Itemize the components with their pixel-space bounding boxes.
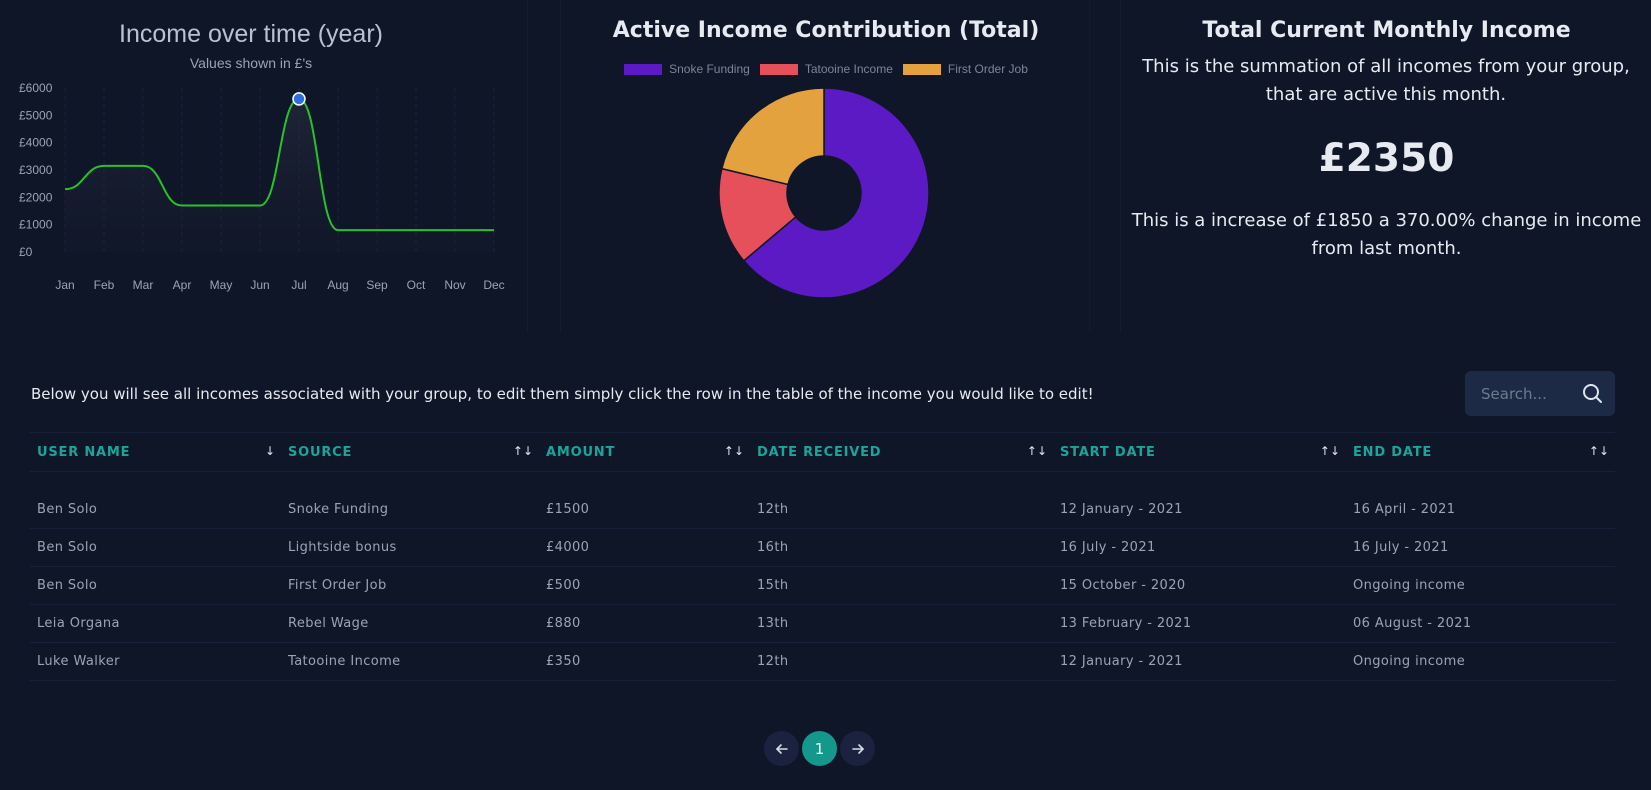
sort-icon[interactable]: ↑↓: [1027, 444, 1047, 458]
table-cell: 16 July - 2021: [1053, 528, 1346, 567]
column-header[interactable]: End Date ↑↓: [1346, 432, 1615, 472]
x-tick-label: May: [210, 278, 233, 292]
total-income-title: Total Current Monthly Income: [1202, 18, 1571, 43]
column-header[interactable]: User Name ↓: [30, 432, 281, 472]
table-intro-text: Below you will see all incomes associate…: [31, 385, 1094, 403]
y-tick-label: £3000: [19, 163, 53, 177]
table-cell: Tatooine Income: [281, 642, 539, 681]
x-tick-label: Jun: [250, 278, 269, 292]
y-tick-label: £1000: [19, 218, 53, 232]
income-line-chart[interactable]: £6000 £5000 £4000 £3000 £2000 £1000 £0 Jan Feb Ma…: [0, 0, 528, 332]
table-cell: 12th: [750, 642, 1053, 681]
sort-icon[interactable]: ↑↓: [1589, 444, 1609, 458]
y-tick-label: £4000: [19, 136, 53, 150]
column-header[interactable]: Source ↑↓: [281, 432, 539, 472]
income-change-text: This is a increase of £1850 a 370.00% ch…: [1131, 210, 1642, 259]
table-header-row: User Name ↓ Source ↑↓ Amount ↑↓ Date Received ↑…: [30, 432, 1615, 472]
table-cell: 15th: [750, 566, 1053, 605]
table-cell: 12th: [750, 490, 1053, 529]
table-cell: Ben Solo: [30, 528, 281, 567]
table-cell: 16th: [750, 528, 1053, 567]
column-header[interactable]: Date Received ↑↓: [750, 432, 1053, 472]
page-1-button[interactable]: 1: [802, 731, 837, 766]
y-tick-label: £6000: [19, 81, 53, 95]
x-tick-label: Aug: [327, 278, 348, 292]
sort-icon[interactable]: ↑↓: [724, 444, 744, 458]
x-tick-label: Nov: [444, 278, 465, 292]
table-row[interactable]: Ben Solo Lightside bonus £4000 16th 16 July …: [30, 528, 1615, 567]
sort-icon[interactable]: ↓: [265, 444, 275, 458]
column-header[interactable]: Start Date ↑↓: [1053, 432, 1346, 472]
table-cell: 06 August - 2021: [1346, 604, 1615, 643]
table-cell: Lightside bonus: [281, 528, 539, 567]
search-input[interactable]: [1479, 383, 1575, 404]
x-tick-label: Apr: [173, 278, 192, 292]
table-cell: Rebel Wage: [281, 604, 539, 643]
income-table: User Name ↓ Source ↑↓ Amount ↑↓ Date Received ↑…: [30, 432, 1615, 681]
table-row[interactable]: Leia Organa Rebel Wage £880 13th 13 February…: [30, 604, 1615, 643]
search-box[interactable]: [1465, 371, 1615, 416]
x-tick-label: Dec: [483, 278, 504, 292]
search-icon[interactable]: [1582, 383, 1603, 404]
arrow-right-icon: [851, 743, 864, 754]
y-tick-label: £0: [19, 245, 33, 259]
table-cell: 16 July - 2021: [1346, 528, 1615, 567]
arrow-left-icon: [775, 743, 788, 754]
x-tick-label: Sep: [366, 278, 388, 292]
sort-icon[interactable]: ↑↓: [1320, 444, 1340, 458]
table-cell: £4000: [539, 528, 750, 567]
table-cell: 13th: [750, 604, 1053, 643]
column-header-label: Start Date: [1060, 444, 1156, 460]
total-income-panel: Total Current Monthly Income This is the…: [1120, 0, 1651, 332]
total-income-amount: £2350: [1318, 136, 1455, 181]
next-page-button[interactable]: [840, 731, 875, 766]
table-cell: 16 April - 2021: [1346, 490, 1615, 529]
highlighted-data-point: [292, 92, 306, 106]
x-tick-label: Oct: [407, 278, 426, 292]
table-cell: £880: [539, 604, 750, 643]
table-cell: Ongoing income: [1346, 566, 1615, 605]
table-cell: 12 January - 2021: [1053, 642, 1346, 681]
table-cell: Ongoing income: [1346, 642, 1615, 681]
column-header[interactable]: Amount ↑↓: [539, 432, 750, 472]
table-cell: Leia Organa: [30, 604, 281, 643]
income-contribution-panel: Active Income Contribution (Total) Snoke…: [560, 0, 1090, 332]
pagination: 1: [764, 731, 875, 766]
income-donut-chart[interactable]: [561, 0, 1091, 332]
column-header-label: Date Received: [757, 444, 882, 460]
x-tick-label: Feb: [94, 278, 115, 292]
table-cell: Luke Walker: [30, 642, 281, 681]
y-tick-label: £5000: [19, 108, 53, 122]
column-header-label: End Date: [1353, 444, 1433, 460]
column-header-label: Source: [288, 444, 353, 460]
table-cell: 13 February - 2021: [1053, 604, 1346, 643]
sort-icon[interactable]: ↑↓: [513, 444, 533, 458]
table-row[interactable]: Luke Walker Tatooine Income £350 12th 12 Jan…: [30, 642, 1615, 681]
income-area-fill: [65, 98, 494, 252]
table-row[interactable]: Ben Solo Snoke Funding £1500 12th 12 January…: [30, 490, 1615, 529]
y-tick-label: £2000: [19, 190, 53, 204]
table-cell: Ben Solo: [30, 490, 281, 529]
total-income-description: This is the summation of all incomes fro…: [1142, 56, 1630, 105]
table-cell: £500: [539, 566, 750, 605]
x-tick-label: Jul: [291, 278, 306, 292]
table-row[interactable]: Ben Solo First Order Job £500 15th 15 Octobe…: [30, 566, 1615, 605]
income-over-time-panel: Income over time (year) Values shown in …: [0, 0, 528, 332]
x-tick-label: Mar: [133, 278, 154, 292]
column-header-label: User Name: [37, 444, 131, 460]
x-tick-label: Jan: [55, 278, 74, 292]
table-cell: 12 January - 2021: [1053, 490, 1346, 529]
previous-page-button[interactable]: [764, 731, 799, 766]
table-cell: 15 October - 2020: [1053, 566, 1346, 605]
table-cell: £350: [539, 642, 750, 681]
table-cell: £1500: [539, 490, 750, 529]
table-cell: Ben Solo: [30, 566, 281, 605]
table-cell: First Order Job: [281, 566, 539, 605]
table-cell: Snoke Funding: [281, 490, 539, 529]
column-header-label: Amount: [546, 444, 616, 460]
donut-slice: [720, 87, 825, 186]
